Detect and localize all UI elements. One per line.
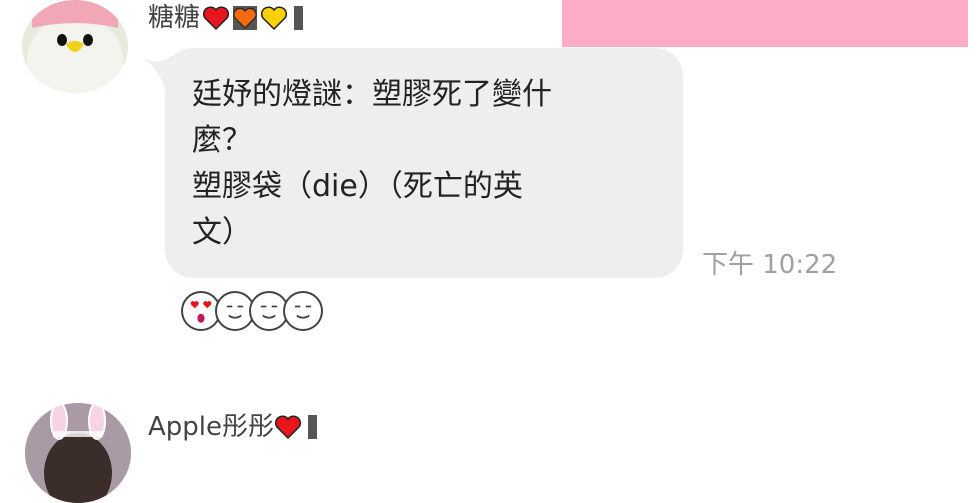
message-line: 塑膠袋（die）（死亡的英 [192, 169, 523, 204]
orange-heart-icon [233, 6, 258, 30]
message-item: 糖糖 廷妤的燈謎：塑膠死了變什 麼？ 塑膠袋（die）（死亡的英 文） 下午 1… [0, 0, 980, 350]
penguin-avatar-icon [22, 0, 128, 93]
sender-name: 糖糖 [148, 3, 304, 33]
bunny-ears-avatar-icon [25, 403, 131, 503]
sender-name: Apple彤彤 [148, 412, 318, 442]
smile-face-icon [283, 291, 323, 331]
red-heart-icon [274, 415, 302, 440]
red-heart-icon [202, 6, 230, 31]
block-glyph-icon [308, 415, 318, 439]
sender-name-text: Apple彤彤 [148, 412, 275, 442]
block-glyph-icon [294, 6, 304, 30]
avatar[interactable] [22, 0, 128, 93]
yellow-heart-icon [260, 6, 288, 31]
message-item: Apple彤彤 [0, 395, 980, 503]
sender-name-text: 糖糖 [148, 3, 201, 33]
message-timestamp: 下午 10:22 [702, 250, 838, 280]
reaction-bar[interactable] [181, 291, 331, 335]
message-line: 麼？ [192, 123, 252, 158]
message-line: 文） [192, 215, 252, 250]
avatar[interactable] [25, 403, 131, 503]
message-text: 廷妤的燈謎：塑膠死了變什 麼？ 塑膠袋（die）（死亡的英 文） [192, 72, 632, 256]
message-line: 廷妤的燈謎：塑膠死了變什 [192, 77, 552, 112]
